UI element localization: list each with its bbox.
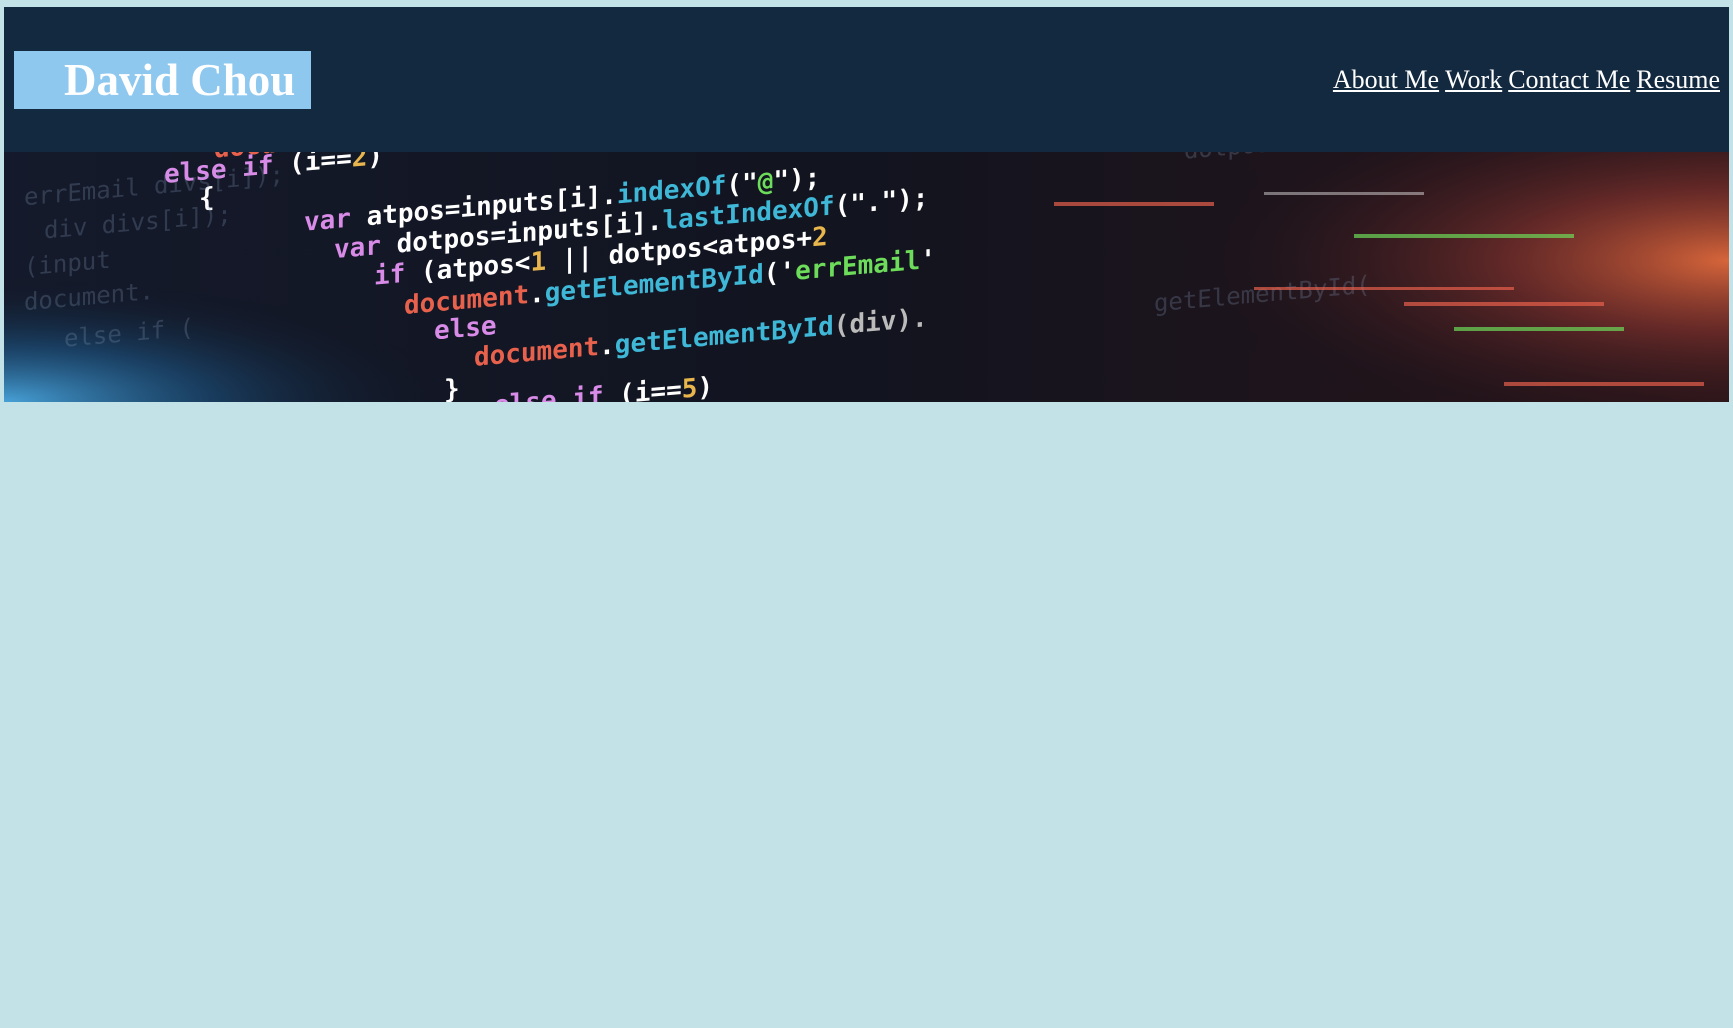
main-nav: About Me Work Contact Me Resume (1333, 64, 1720, 96)
streak-3 (1354, 234, 1574, 238)
streak-4 (1404, 302, 1604, 306)
streak-5 (1454, 327, 1624, 331)
code-line-10: } (444, 374, 460, 402)
nav-link-about-me[interactable]: About Me (1333, 64, 1439, 96)
nav-link-work[interactable]: Work (1445, 64, 1502, 96)
streak-6 (1254, 287, 1514, 290)
nav-link-resume[interactable]: Resume (1636, 64, 1720, 96)
streak-1 (1054, 202, 1214, 206)
code-banner-image: document.getElementById(div). else if (i… (4, 152, 1729, 402)
site-header: David Chou About Me Work Contact Me Resu… (4, 7, 1729, 152)
brand-badge: David Chou (14, 51, 311, 109)
brand-name: David Chou (64, 55, 296, 105)
streak-2 (1264, 192, 1424, 195)
code-banner-graphic: document.getElementById(div). else if (i… (4, 152, 1729, 402)
nav-link-contact-me[interactable]: Contact Me (1508, 64, 1630, 96)
streak-7 (1504, 382, 1704, 386)
